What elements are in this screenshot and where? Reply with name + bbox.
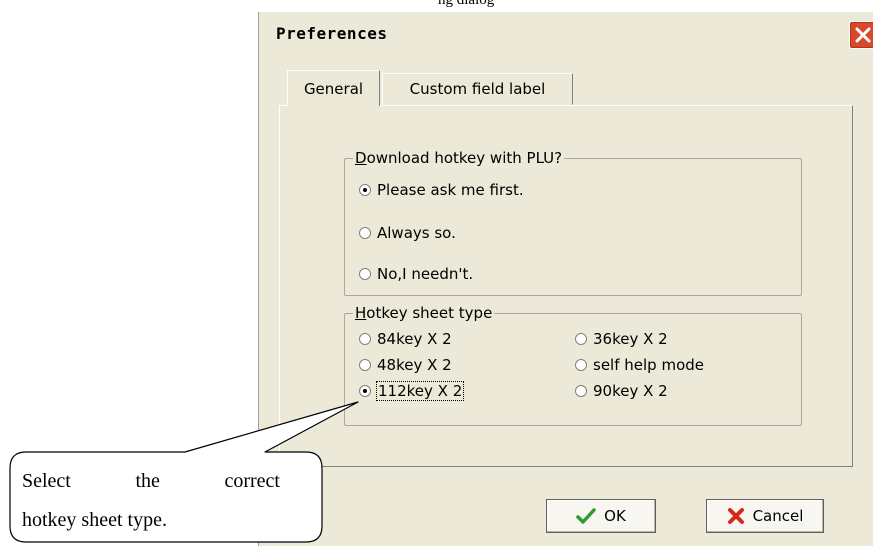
tab-general-label: General — [303, 79, 364, 98]
callout-line-2: hotkey sheet type. — [22, 509, 167, 531]
callout-line-1: Select the correct — [22, 470, 280, 492]
tab-general[interactable]: General — [287, 70, 380, 106]
callout-text: Select the correct hotkey sheet type. — [22, 462, 290, 540]
